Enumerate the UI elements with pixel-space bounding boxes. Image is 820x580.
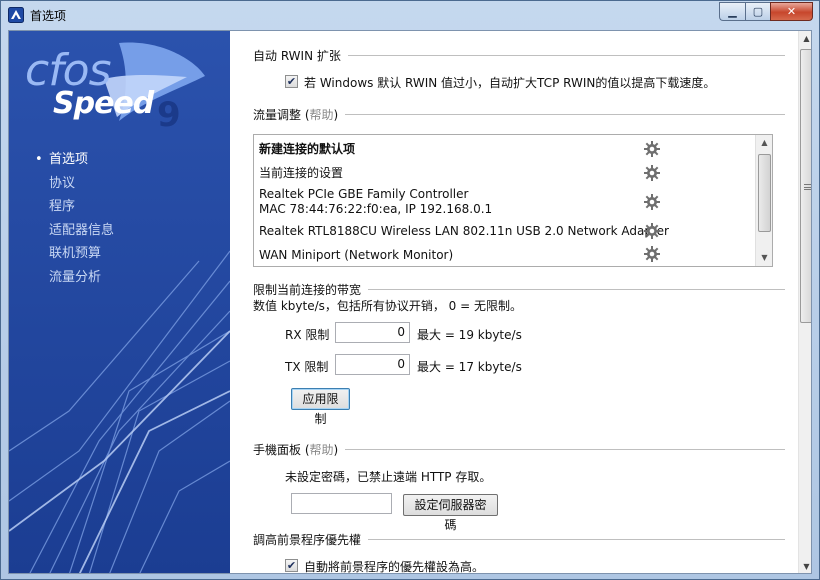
cfos-app-icon [8,7,24,23]
checkmark-icon: ✔ [286,559,297,572]
scroll-up-arrow-icon[interactable]: ▲ [799,31,811,47]
section-divider [368,538,785,540]
section-divider [345,448,785,450]
traffic-heading-text: 流量调整 [253,107,302,122]
traffic-help-link[interactable]: 帮助 [310,108,334,122]
apply-limit-button[interactable]: 应用限制 [291,388,350,426]
list-item-sublabel: MAC 78:44:76:22:f0:ea, IP 192.168.0.1 [259,202,493,216]
scroll-up-arrow-icon[interactable]: ▲ [756,135,772,151]
server-password-input[interactable] [291,493,392,514]
maximize-icon: ▢ [752,5,764,18]
logo-version: 9 [157,95,181,135]
client-area: cfos Speed 9 首选项 协议 程序 适配器信息 联机预算 流量分析 自… [8,30,812,574]
title-bar[interactable]: 首选项 ▁ ▢ ✕ [1,1,819,29]
close-button[interactable]: ✕ [770,2,813,21]
list-item-label: Realtek PCIe GBE Family Controller [259,187,469,201]
bandwidth-heading: 限制当前连接的带宽 [253,282,362,297]
gear-icon[interactable] [644,223,660,239]
close-icon: ✕ [786,5,797,18]
traffic-section-header: 流量调整 (帮助) [253,106,785,122]
list-item[interactable]: Realtek RTL8188CU Wireless LAN 802.11n U… [259,224,669,239]
connection-list[interactable]: 新建连接的默认项 当前连接的设置 Realtek PCIe GBE Family… [253,134,773,267]
rwin-checkbox[interactable]: ✔ [285,75,298,88]
section-divider [345,113,785,115]
scroll-down-arrow-icon[interactable]: ▼ [756,250,772,266]
list-item-label: WAN Miniport (Network Monitor) [259,248,454,262]
set-server-password-button[interactable]: 設定伺服器密碼 [403,494,498,532]
rx-max-label: 最大 = 19 kbyte/s [417,328,522,342]
scroll-thumb[interactable] [800,49,811,323]
scroll-down-arrow-icon[interactable]: ▼ [799,559,811,573]
tx-limit-input[interactable]: 0 [335,354,410,375]
sidebar: cfos Speed 9 首选项 协议 程序 适配器信息 联机预算 流量分析 [9,31,230,573]
gear-icon[interactable] [644,141,660,157]
section-divider [347,54,785,56]
tx-limit-label: TX 限制 [285,360,329,374]
list-item[interactable]: 当前连接的设置 [259,166,343,181]
connection-list-scrollbar[interactable]: ▲ ▼ [755,135,772,266]
window-controls: ▁ ▢ ✕ [719,2,813,21]
sidebar-item-programs[interactable]: 程序 [35,196,114,220]
rx-limit-label: RX 限制 [285,328,330,342]
mobile-heading: 手機面板 (帮助) [253,442,339,457]
mobile-status-text: 未設定密碼，已禁止遠端 HTTP 存取。 [285,470,492,484]
list-item[interactable]: 新建连接的默认项 [259,142,355,157]
sidebar-nav: 首选项 协议 程序 适配器信息 联机预算 流量分析 [35,149,114,290]
sidebar-item-preferences[interactable]: 首选项 [35,149,114,173]
sidebar-item-protocols[interactable]: 协议 [35,173,114,197]
priority-section-header: 調高前景程序優先權 [253,531,785,547]
mobile-heading-text: 手機面板 [253,442,302,457]
section-divider [368,288,785,290]
window-title: 首选项 [30,9,67,23]
maximize-button[interactable]: ▢ [745,2,770,21]
logo-brand-bottom: Speed [53,86,154,121]
minimize-icon: ▁ [728,5,737,18]
mobile-section-header: 手機面板 (帮助) [253,441,785,457]
sidebar-item-adapter-info[interactable]: 适配器信息 [35,220,114,244]
list-item-label: 当前连接的设置 [259,166,344,180]
list-item-label: Realtek RTL8188CU Wireless LAN 802.11n U… [259,224,669,238]
traffic-heading: 流量调整 (帮助) [253,107,339,122]
list-item[interactable]: Realtek PCIe GBE Family Controller MAC 7… [259,187,492,217]
mobile-help-link[interactable]: 帮助 [310,443,334,457]
gear-icon[interactable] [644,246,660,262]
list-item[interactable]: WAN Miniport (Network Monitor) [259,248,453,263]
priority-checkbox-label[interactable]: 自動將前景程序的優先權設為高。 [304,558,484,573]
sidebar-item-online-budget[interactable]: 联机预算 [35,243,114,267]
rx-limit-input[interactable]: 0 [335,322,410,343]
gear-icon[interactable] [644,194,660,210]
rwin-checkbox-label[interactable]: 若 Windows 默认 RWIN 值过小，自动扩大TCP RWIN的值以提高下… [304,74,715,91]
preferences-content: 自动 RWIN 扩张 ✔ 若 Windows 默认 RWIN 值过小，自动扩大T… [230,31,798,573]
checkmark-icon: ✔ [286,75,297,88]
list-item-label: 新建连接的默认项 [259,142,356,156]
main-scrollbar[interactable]: ▲ ▼ [798,31,811,573]
bandwidth-description: 数值 kbyte/s，包括所有协议开销， 0 = 无限制。 [253,299,522,313]
sidebar-item-traffic-analysis[interactable]: 流量分析 [35,267,114,291]
priority-heading: 調高前景程序優先權 [253,532,362,547]
minimize-button[interactable]: ▁ [719,2,745,21]
grip-icon [804,184,811,190]
preferences-window: 首选项 ▁ ▢ ✕ cfos Speed 9 • 首选项 协议 程序 适配器信息… [0,0,820,580]
tx-max-label: 最大 = 17 kbyte/s [417,360,522,374]
scroll-thumb[interactable] [758,154,771,232]
priority-checkbox[interactable]: ✔ [285,559,298,572]
gear-icon[interactable] [644,165,660,181]
rwin-heading: 自动 RWIN 扩张 [253,48,341,63]
rwin-section-header: 自动 RWIN 扩张 [253,47,785,63]
bandwidth-section-header: 限制当前连接的带宽 [253,281,785,297]
